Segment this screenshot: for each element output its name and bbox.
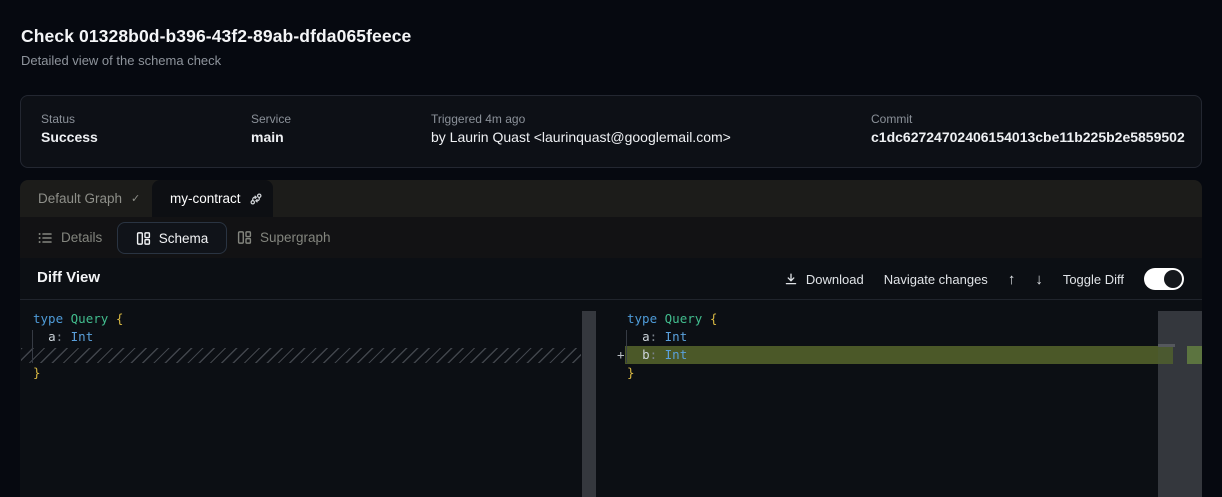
default-graph-label: Default Graph [38,191,122,206]
previous-change-button[interactable]: ↑ [1008,272,1016,287]
triggered-value: by Laurin Quast <laurinquast@googlemail.… [431,129,731,145]
diff-toolbar: Diff View Download Navigate changes ↑ [20,258,1202,300]
service-label: Service [251,112,291,126]
code-line [20,346,596,364]
list-icon [37,230,53,246]
supergraph-label: Supergraph [260,230,331,245]
next-change-button[interactable]: ↓ [1035,272,1043,287]
tab-details[interactable]: Details [37,217,102,258]
columns-icon [237,230,252,245]
status-label: Status [41,112,75,126]
diff-placeholder-hatch [21,348,581,363]
view-tabs: Details Schema [20,217,1202,258]
tab-my-contract[interactable]: my-contract [152,180,273,217]
code-line: + b: Int [596,346,1158,364]
git-compare-icon [241,192,263,206]
page-subtitle: Detailed view of the schema check [21,53,221,68]
tab-supergraph[interactable]: Supergraph [237,217,331,258]
diff-scrollbar-marker [1158,347,1173,364]
indent-guide [626,330,627,363]
diff-editor: type Query { a: Int} type Query { a: Int… [20,301,1202,497]
diff-toolbar-actions: Download Navigate changes ↑ ↓ Toggle Dif… [784,258,1184,300]
left-pane-scrollbar[interactable] [582,311,596,497]
schema-check-detail-card: Default Graph ✓ my-contract [20,180,1202,497]
triggered-label: Triggered 4m ago [431,112,525,126]
code-line: type Query { [20,310,596,328]
toggle-diff-label: Toggle Diff [1063,272,1124,287]
diff-pane-after[interactable]: type Query { a: Int+ b: Int} [596,301,1158,497]
toggle-knob [1164,270,1182,288]
diff-pane-right-lines: type Query { a: Int+ b: Int} [596,301,1158,382]
code-line: type Query { [596,310,1158,328]
code-line: a: Int [20,328,596,346]
code-line: } [596,364,1158,382]
page-title: Check 01328b0d-b396-43f2-89ab-dfda065fee… [21,26,411,47]
diff-pane-left-lines: type Query { a: Int} [20,301,596,382]
indent-guide [32,330,33,363]
added-line-plus-icon: + [617,346,625,364]
schema-label: Schema [159,231,209,246]
tab-default-graph[interactable]: Default Graph ✓ [20,180,152,217]
graph-tabstrip: Default Graph ✓ my-contract [20,180,1202,217]
diff-pane-before[interactable]: type Query { a: Int} [20,301,596,497]
schema-check-page: Check 01328b0d-b396-43f2-89ab-dfda065fee… [0,0,1222,497]
diff-view-title: Diff View [37,269,100,286]
toggle-diff-switch[interactable] [1144,268,1184,290]
overview-ruler-added-marker [1187,346,1202,364]
commit-label: Commit [871,112,912,126]
commit-value: c1dc62724702406154013cbe11b225b2e5859502 [871,129,1185,145]
my-contract-label: my-contract [170,191,241,206]
tab-schema[interactable]: Schema [117,222,227,254]
check-summary-card: Status Success Service main Triggered 4m… [20,95,1202,168]
navigate-changes-label: Navigate changes [884,272,988,287]
download-button[interactable]: Download [784,272,864,287]
code-line: } [20,364,596,382]
columns-icon [136,231,151,246]
details-label: Details [61,230,102,245]
code-line: a: Int [596,328,1158,346]
status-value: Success [41,129,98,145]
download-icon [784,272,798,286]
download-label: Download [806,272,864,287]
check-icon: ✓ [131,192,140,205]
arrow-down-icon: ↓ [1035,271,1043,288]
right-pane-scrollbar[interactable] [1158,311,1202,497]
service-value: main [251,129,284,145]
arrow-up-icon: ↑ [1008,271,1016,288]
